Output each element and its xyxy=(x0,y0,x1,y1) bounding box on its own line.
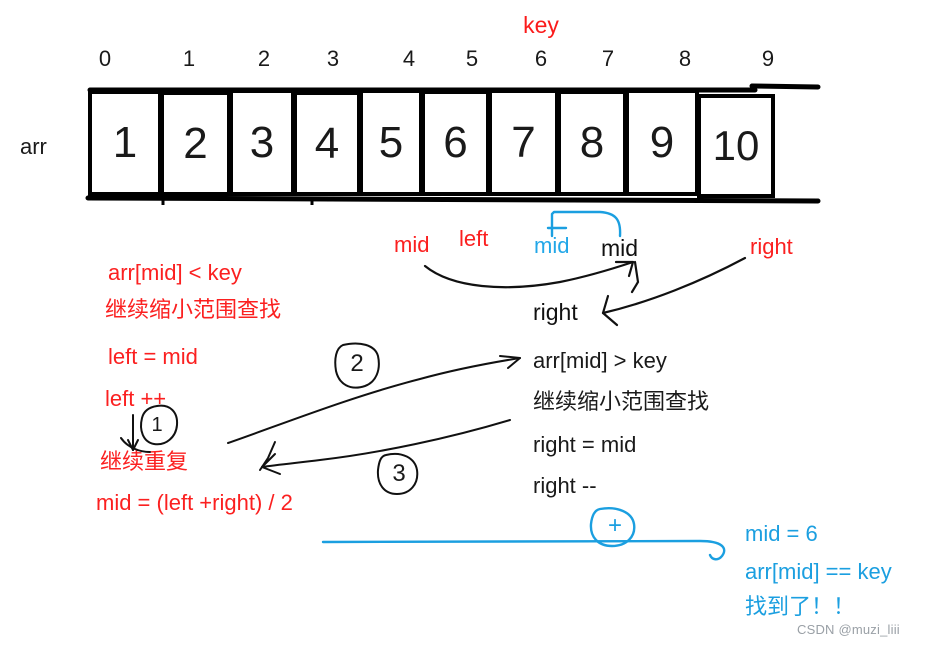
array-baseline xyxy=(85,195,821,204)
result-block-line-2: arr[mid] == key xyxy=(745,559,892,584)
right-block-line-2: 继续缩小范围查找 xyxy=(533,390,710,415)
left-block-line-2: 继续缩小范围查找 xyxy=(105,298,282,323)
arrow-right-curve xyxy=(601,256,747,315)
array-cell-5: 6 xyxy=(421,90,490,196)
step-marker-3: 3 xyxy=(392,460,406,487)
pointer-label-mid-cyan: mid xyxy=(534,233,570,258)
step-marker-1: 1 xyxy=(151,413,163,436)
array-cell-8: 9 xyxy=(625,89,699,196)
array-cell-3: 4 xyxy=(293,91,361,196)
left-block-line-6: mid = (left +right) / 2 xyxy=(96,490,293,515)
array-cell-4: 5 xyxy=(359,89,423,196)
index-label-7: 7 xyxy=(601,46,615,71)
step-marker-plus: + xyxy=(607,512,622,539)
array-cell-6: 7 xyxy=(488,89,559,196)
array-cell-9: 10 xyxy=(697,94,775,198)
arrow-to-right-block xyxy=(227,357,521,444)
arrow-to-left-block-tail xyxy=(259,441,276,471)
index-label-3: 3 xyxy=(326,46,340,71)
key-label: key xyxy=(523,12,559,38)
pointer-label-right-red: right xyxy=(750,234,793,259)
arrow-repeat-head xyxy=(127,439,139,451)
index-label-9: 9 xyxy=(761,46,775,71)
right-block-line-1: arr[mid] > key xyxy=(533,348,667,373)
arrow-to-right-block-head xyxy=(499,355,521,369)
arrow-to-left-block-head xyxy=(261,453,281,475)
right-block-line-4: right -- xyxy=(533,473,597,498)
arrow-mid-tail xyxy=(630,260,640,294)
array-cell-7: 8 xyxy=(557,90,627,196)
left-block-line-1: arr[mid] < key xyxy=(108,260,242,285)
index-label-5: 5 xyxy=(465,46,479,71)
array-cell-1: 2 xyxy=(160,91,231,196)
csdn-watermark: CSDN @muzi_liii xyxy=(797,622,900,637)
arrow-mid-head xyxy=(614,260,635,278)
step-marker-2: 2 xyxy=(350,350,364,377)
result-block-line-3: 找到了！！ xyxy=(745,595,856,620)
left-block-line-3: left = mid xyxy=(108,344,198,369)
index-label-2: 2 xyxy=(257,46,271,71)
index-label-4: 4 xyxy=(402,46,416,71)
pointer-label-mid-black: mid xyxy=(601,235,639,261)
pointer-label-right-black: right xyxy=(533,299,578,325)
array-top-edge-last xyxy=(749,83,821,90)
pointer-label-mid-red: mid xyxy=(394,232,430,257)
index-label-6: 6 xyxy=(534,46,548,71)
cyan-pointer-line xyxy=(321,539,726,561)
array-cell-0: 1 xyxy=(88,90,162,196)
left-block-line-5: 继续重复 xyxy=(100,450,189,475)
binary-search-diagram: key 0 1 2 3 4 5 6 7 8 9 arr 1 2 3 4 5 6 … xyxy=(0,0,935,645)
pointer-label-left-red: left xyxy=(459,226,489,251)
arrow-mid-curve xyxy=(423,260,635,289)
index-label-8: 8 xyxy=(678,46,692,71)
arrow-right-head xyxy=(601,294,619,327)
result-block-line-1: mid = 6 xyxy=(745,521,818,546)
right-block-line-3: right = mid xyxy=(533,432,637,457)
index-label-1: 1 xyxy=(182,46,196,71)
array-cell-2: 3 xyxy=(229,89,295,196)
arr-label: arr xyxy=(20,134,47,159)
index-label-0: 0 xyxy=(98,46,112,71)
